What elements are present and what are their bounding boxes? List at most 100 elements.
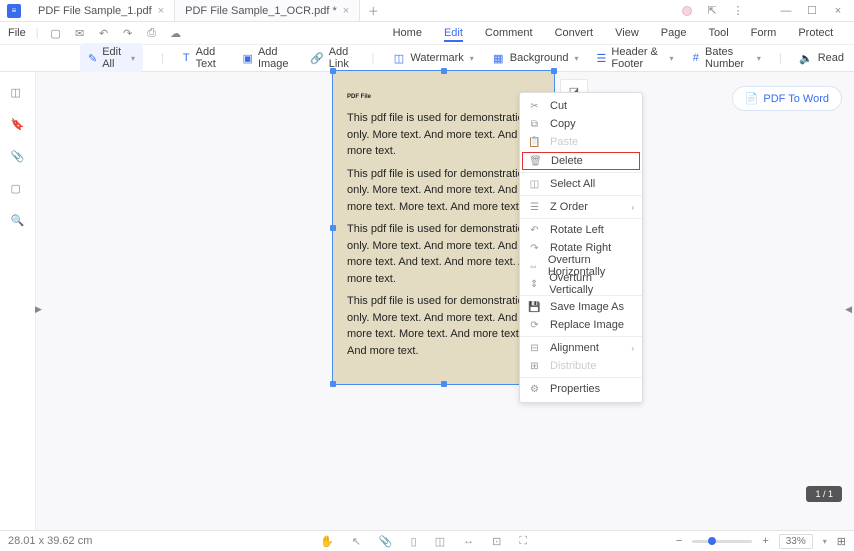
fit-page-icon[interactable]: ⊡ — [492, 535, 501, 548]
left-sidebar: ◫ 🔖 📎 ▢ 🔍 — [0, 72, 36, 530]
add-image-button[interactable]: ▣Add Image — [243, 46, 293, 70]
resize-handle[interactable] — [441, 381, 447, 387]
edit-ribbon: ✎ Edit All ▾ | TAdd Text ▣Add Image 🔗Add… — [0, 45, 854, 72]
align-icon: ⊟ — [528, 342, 541, 355]
ctx-zorder[interactable]: ☰Z Order› — [520, 198, 642, 216]
edit-all-button[interactable]: ✎ Edit All ▾ — [80, 43, 143, 73]
watermark-button[interactable]: ◫Watermark▾ — [392, 52, 473, 65]
speaker-icon: 🔈 — [800, 52, 813, 65]
resize-handle[interactable] — [330, 381, 336, 387]
file-menu[interactable]: File — [8, 27, 26, 39]
menu-comment[interactable]: Comment — [485, 24, 533, 42]
ctx-select-all[interactable]: ◫Select All — [520, 175, 642, 193]
ctx-alignment[interactable]: ⊟Alignment› — [520, 339, 642, 357]
close-icon[interactable]: × — [343, 5, 349, 17]
newtab-button[interactable]: ＋ — [360, 0, 386, 21]
ctx-properties[interactable]: ⚙Properties — [520, 380, 642, 398]
view1-icon[interactable]: ▯ — [411, 535, 417, 548]
doc-paragraph: This pdf file is used for demonstration … — [347, 293, 540, 359]
word-icon: 📄 — [745, 92, 759, 105]
doc-paragraph: This pdf file is used for demonstration … — [347, 166, 540, 216]
ctx-rotate-left[interactable]: ↶Rotate Left — [520, 221, 642, 239]
ctx-save-image[interactable]: 💾Save Image As — [520, 298, 642, 316]
undo-icon[interactable]: ↶ — [97, 26, 111, 40]
chevron-down-icon[interactable]: ▾ — [823, 537, 827, 546]
chevron-right-icon: › — [631, 344, 634, 353]
menu-form[interactable]: Form — [751, 24, 777, 42]
ctx-delete[interactable]: 🗑Delete — [522, 152, 640, 170]
separator — [520, 218, 642, 219]
menu-edit[interactable]: Edit — [444, 24, 463, 42]
menu-tool[interactable]: Tool — [708, 24, 728, 42]
thumbnails-icon[interactable]: ◫ — [11, 86, 25, 100]
pencil-icon: ✎ — [88, 52, 97, 65]
menu-home[interactable]: Home — [393, 24, 422, 42]
mail-icon[interactable]: ✉ — [73, 26, 87, 40]
resize-handle[interactable] — [551, 68, 557, 74]
image-icon: ▣ — [243, 52, 253, 65]
close-icon[interactable]: × — [158, 5, 164, 17]
background-button[interactable]: ▦Background▾ — [492, 52, 579, 65]
more-icon[interactable]: ⋮ — [732, 4, 744, 17]
menu-protect[interactable]: Protect — [798, 24, 833, 42]
menu-convert[interactable]: Convert — [555, 24, 594, 42]
page-indicator: 1 / 1 — [806, 486, 842, 502]
background-icon: ▦ — [492, 52, 505, 65]
resize-handle[interactable] — [441, 68, 447, 74]
grid-icon[interactable]: ⊞ — [837, 535, 846, 548]
save-icon[interactable]: ▢ — [49, 26, 63, 40]
resize-handle[interactable] — [330, 68, 336, 74]
hand-tool-icon[interactable]: ✋ — [320, 535, 334, 548]
zoom-in-icon[interactable]: + — [762, 535, 768, 547]
header-footer-button[interactable]: ☰Header & Footer▾ — [597, 46, 674, 70]
zoom-value[interactable]: 33% — [779, 534, 813, 549]
menu-page[interactable]: Page — [661, 24, 687, 42]
tab-background[interactable]: PDF File Sample_1.pdf × — [28, 0, 175, 21]
account-icon[interactable] — [682, 6, 692, 16]
ctx-overturn-v[interactable]: ⇕Overturn Vertically — [520, 275, 642, 293]
ctx-paste: 📋Paste — [520, 133, 642, 151]
maximize-button[interactable]: ☐ — [806, 4, 818, 17]
close-button[interactable]: × — [832, 5, 844, 17]
layers-icon[interactable]: ▢ — [11, 182, 25, 196]
expand-left-handle[interactable]: ▶ — [35, 304, 42, 315]
rotate-right-icon: ↷ — [528, 242, 541, 255]
cloud-icon[interactable]: ☁ — [169, 26, 183, 40]
ctx-copy[interactable]: ⧉Copy — [520, 115, 642, 133]
bookmark-icon[interactable]: 🔖 — [11, 118, 25, 132]
add-link-button[interactable]: 🔗Add Link — [311, 46, 354, 70]
minimize-button[interactable]: — — [780, 5, 792, 17]
select-tool-icon[interactable]: ↖ — [352, 535, 361, 548]
menu-view[interactable]: View — [615, 24, 639, 42]
expand-right-handle[interactable]: ◀ — [845, 304, 852, 315]
replace-icon: ⟳ — [528, 319, 541, 332]
distribute-icon: ⊞ — [528, 360, 541, 373]
zoom-slider[interactable] — [692, 540, 752, 543]
share-icon[interactable]: ⇱ — [706, 4, 718, 17]
fit-width-icon[interactable]: ↔ — [463, 535, 474, 548]
attachment-icon[interactable]: 📎 — [11, 150, 25, 164]
print-icon[interactable]: ⎙ — [145, 26, 159, 40]
separator — [520, 336, 642, 337]
search-icon[interactable]: 🔍 — [11, 214, 25, 228]
window-controls: ⇱ ⋮ — ☐ × — [672, 0, 854, 21]
pdf-to-word-button[interactable]: 📄 PDF To Word — [732, 86, 842, 111]
chevron-down-icon: ▾ — [757, 54, 761, 63]
view2-icon[interactable]: ◫ — [435, 535, 445, 548]
slider-knob[interactable] — [708, 537, 716, 545]
zoom-out-icon[interactable]: − — [676, 535, 682, 547]
ctx-cut[interactable]: ✂Cut — [520, 97, 642, 115]
fullscreen-icon[interactable]: ⛶ — [519, 535, 527, 548]
clip-icon[interactable]: 📎 — [379, 535, 393, 548]
tab-active[interactable]: PDF File Sample_1_OCR.pdf * × — [175, 0, 360, 21]
separator — [520, 377, 642, 378]
chevron-down-icon: ▾ — [670, 54, 674, 63]
delete-icon: 🗑 — [529, 155, 542, 168]
read-button[interactable]: 🔈Read — [800, 52, 844, 65]
redo-icon[interactable]: ↷ — [121, 26, 135, 40]
ctx-replace-image[interactable]: ⟳Replace Image — [520, 316, 642, 334]
bates-button[interactable]: #Bates Number▾ — [692, 46, 761, 70]
add-text-button[interactable]: TAdd Text — [182, 46, 225, 70]
resize-handle[interactable] — [330, 225, 336, 231]
tab-label: PDF File Sample_1.pdf — [38, 5, 152, 17]
